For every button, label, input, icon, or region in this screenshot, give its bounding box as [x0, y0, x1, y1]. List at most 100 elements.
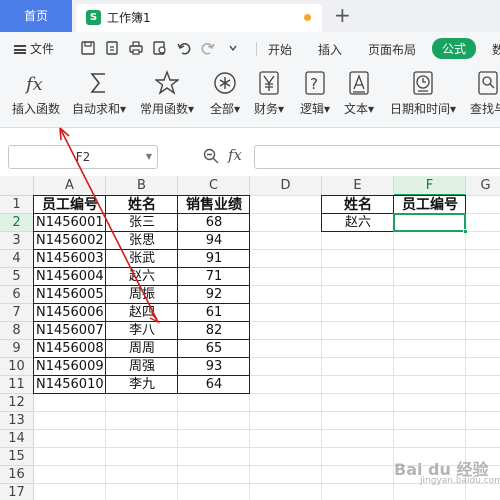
row-header-16[interactable]: 16 — [0, 466, 34, 484]
undo-icon[interactable] — [176, 40, 192, 56]
row-header-13[interactable]: 13 — [0, 412, 34, 430]
select-all-corner[interactable] — [0, 176, 34, 196]
logical-button[interactable]: ? 逻辑▾ — [300, 70, 330, 117]
insert-function-fx-icon[interactable]: fx — [228, 146, 242, 164]
column-header-b[interactable]: B — [106, 176, 178, 196]
row-header-10[interactable]: 10 — [0, 358, 34, 376]
table-cell[interactable]: N1456003 — [36, 250, 104, 268]
document-tab[interactable]: S 工作簿1 — [76, 4, 322, 32]
column-header-g[interactable]: G — [466, 176, 500, 196]
row-header-9[interactable]: 9 — [0, 340, 34, 358]
tab-data[interactable]: 数 — [492, 41, 500, 58]
yen-icon — [259, 71, 279, 95]
lookup-value-cell[interactable]: 赵六 — [324, 214, 392, 232]
table-cell[interactable]: 68 — [180, 214, 248, 232]
table-cell[interactable]: 周强 — [108, 358, 176, 376]
table-cell[interactable]: 91 — [180, 250, 248, 268]
column-header-e[interactable]: E — [322, 176, 394, 196]
spreadsheet-grid[interactable]: ABCDEFG 1 2 3 4 5 6 7 8 9 10 11 12 13 14 15 16 17 员工编号 姓名… — [0, 176, 500, 500]
table-cell[interactable]: N1456009 — [36, 358, 104, 376]
table-cell[interactable]: 李九 — [108, 376, 176, 394]
all-functions-button[interactable]: 全部▾ — [210, 70, 240, 117]
table-cell[interactable]: 李八 — [108, 322, 176, 340]
tab-insert[interactable]: 插入 — [318, 41, 342, 58]
active-cell-selection[interactable] — [393, 213, 468, 234]
table-cell[interactable]: 张思 — [108, 232, 176, 250]
column-header-c[interactable]: C — [178, 176, 250, 196]
table-cell[interactable]: 65 — [180, 340, 248, 358]
save-icon[interactable] — [80, 40, 96, 56]
fill-handle[interactable] — [463, 229, 468, 234]
table-cell[interactable]: 赵四 — [108, 304, 176, 322]
table-header-cell[interactable]: 员工编号 — [36, 196, 104, 214]
table-cell[interactable]: 赵六 — [108, 268, 176, 286]
row-header-12[interactable]: 12 — [0, 394, 34, 412]
lookup-header-cell[interactable]: 员工编号 — [396, 196, 464, 214]
tab-page-layout[interactable]: 页面布局 — [368, 41, 416, 58]
table-cell[interactable]: 82 — [180, 322, 248, 340]
gridline — [34, 411, 500, 412]
row-header-2[interactable]: 2 — [0, 214, 34, 232]
table-cell[interactable]: N1456001 — [36, 214, 104, 232]
table-cell[interactable]: N1456002 — [36, 232, 104, 250]
row-header-17[interactable]: 17 — [0, 484, 34, 500]
lookup-header-cell[interactable]: 姓名 — [324, 196, 392, 214]
table-cell[interactable]: 周振 — [108, 286, 176, 304]
table-cell[interactable]: 张三 — [108, 214, 176, 232]
name-box[interactable]: F2 ▼ — [8, 145, 158, 169]
logical-label: 逻辑 — [300, 102, 325, 116]
autosum-button[interactable]: 自动求和▾ — [72, 70, 126, 117]
column-header-d[interactable]: D — [250, 176, 322, 196]
tab-home[interactable]: 开始 — [268, 41, 292, 58]
formula-input[interactable] — [254, 145, 500, 169]
text-functions-button[interactable]: 文本▾ — [344, 70, 374, 117]
column-header-f[interactable]: F — [394, 176, 466, 196]
file-menu-button[interactable]: 文件 — [14, 40, 54, 57]
table-cell[interactable]: 61 — [180, 304, 248, 322]
name-box-dropdown-icon[interactable]: ▼ — [146, 146, 152, 168]
table-cell[interactable]: N1456005 — [36, 286, 104, 304]
data-table-border — [33, 195, 250, 196]
question-icon: ? — [305, 71, 325, 95]
table-header-cell[interactable]: 销售业绩 — [180, 196, 248, 214]
table-cell[interactable]: 周周 — [108, 340, 176, 358]
quick-access-dropdown-icon[interactable] — [228, 40, 238, 56]
export-pdf-icon[interactable] — [104, 40, 120, 56]
row-header-1[interactable]: 1 — [0, 196, 34, 214]
table-cell[interactable]: 张武 — [108, 250, 176, 268]
table-cell[interactable]: N1456008 — [36, 340, 104, 358]
date-time-button[interactable]: 日期和时间▾ — [390, 70, 456, 117]
row-header-8[interactable]: 8 — [0, 322, 34, 340]
watermark-url: jingyan.baidu.com — [420, 476, 500, 486]
table-cell[interactable]: 93 — [180, 358, 248, 376]
column-header-a[interactable]: A — [34, 176, 106, 196]
new-tab-button[interactable]: + — [334, 2, 351, 28]
row-header-14[interactable]: 14 — [0, 430, 34, 448]
table-cell[interactable]: N1456006 — [36, 304, 104, 322]
table-cell[interactable]: N1456010 — [36, 376, 104, 394]
row-header-11[interactable]: 11 — [0, 376, 34, 394]
table-cell[interactable]: N1456004 — [36, 268, 104, 286]
table-cell[interactable]: 71 — [180, 268, 248, 286]
row-header-5[interactable]: 5 — [0, 268, 34, 286]
redo-icon[interactable] — [200, 40, 216, 56]
print-preview-icon[interactable] — [152, 40, 168, 56]
row-header-3[interactable]: 3 — [0, 232, 34, 250]
tab-formulas[interactable]: 公式 — [432, 38, 477, 59]
table-cell[interactable]: N1456007 — [36, 322, 104, 340]
financial-button[interactable]: 财务▾ — [254, 70, 284, 117]
common-functions-button[interactable]: 常用函数▾ — [140, 70, 194, 117]
table-header-cell[interactable]: 姓名 — [108, 196, 176, 214]
row-header-4[interactable]: 4 — [0, 250, 34, 268]
table-cell[interactable]: 94 — [180, 232, 248, 250]
print-icon[interactable] — [128, 40, 144, 56]
table-cell[interactable]: 92 — [180, 286, 248, 304]
row-header-7[interactable]: 7 — [0, 304, 34, 322]
row-header-15[interactable]: 15 — [0, 448, 34, 466]
zoom-icon[interactable] — [202, 147, 220, 165]
insert-function-button[interactable]: fx 插入函数 — [12, 70, 60, 117]
row-header-6[interactable]: 6 — [0, 286, 34, 304]
home-tab[interactable]: 首页 — [0, 0, 72, 32]
lookup-reference-button[interactable]: 查找与 — [470, 70, 500, 117]
table-cell[interactable]: 64 — [180, 376, 248, 394]
